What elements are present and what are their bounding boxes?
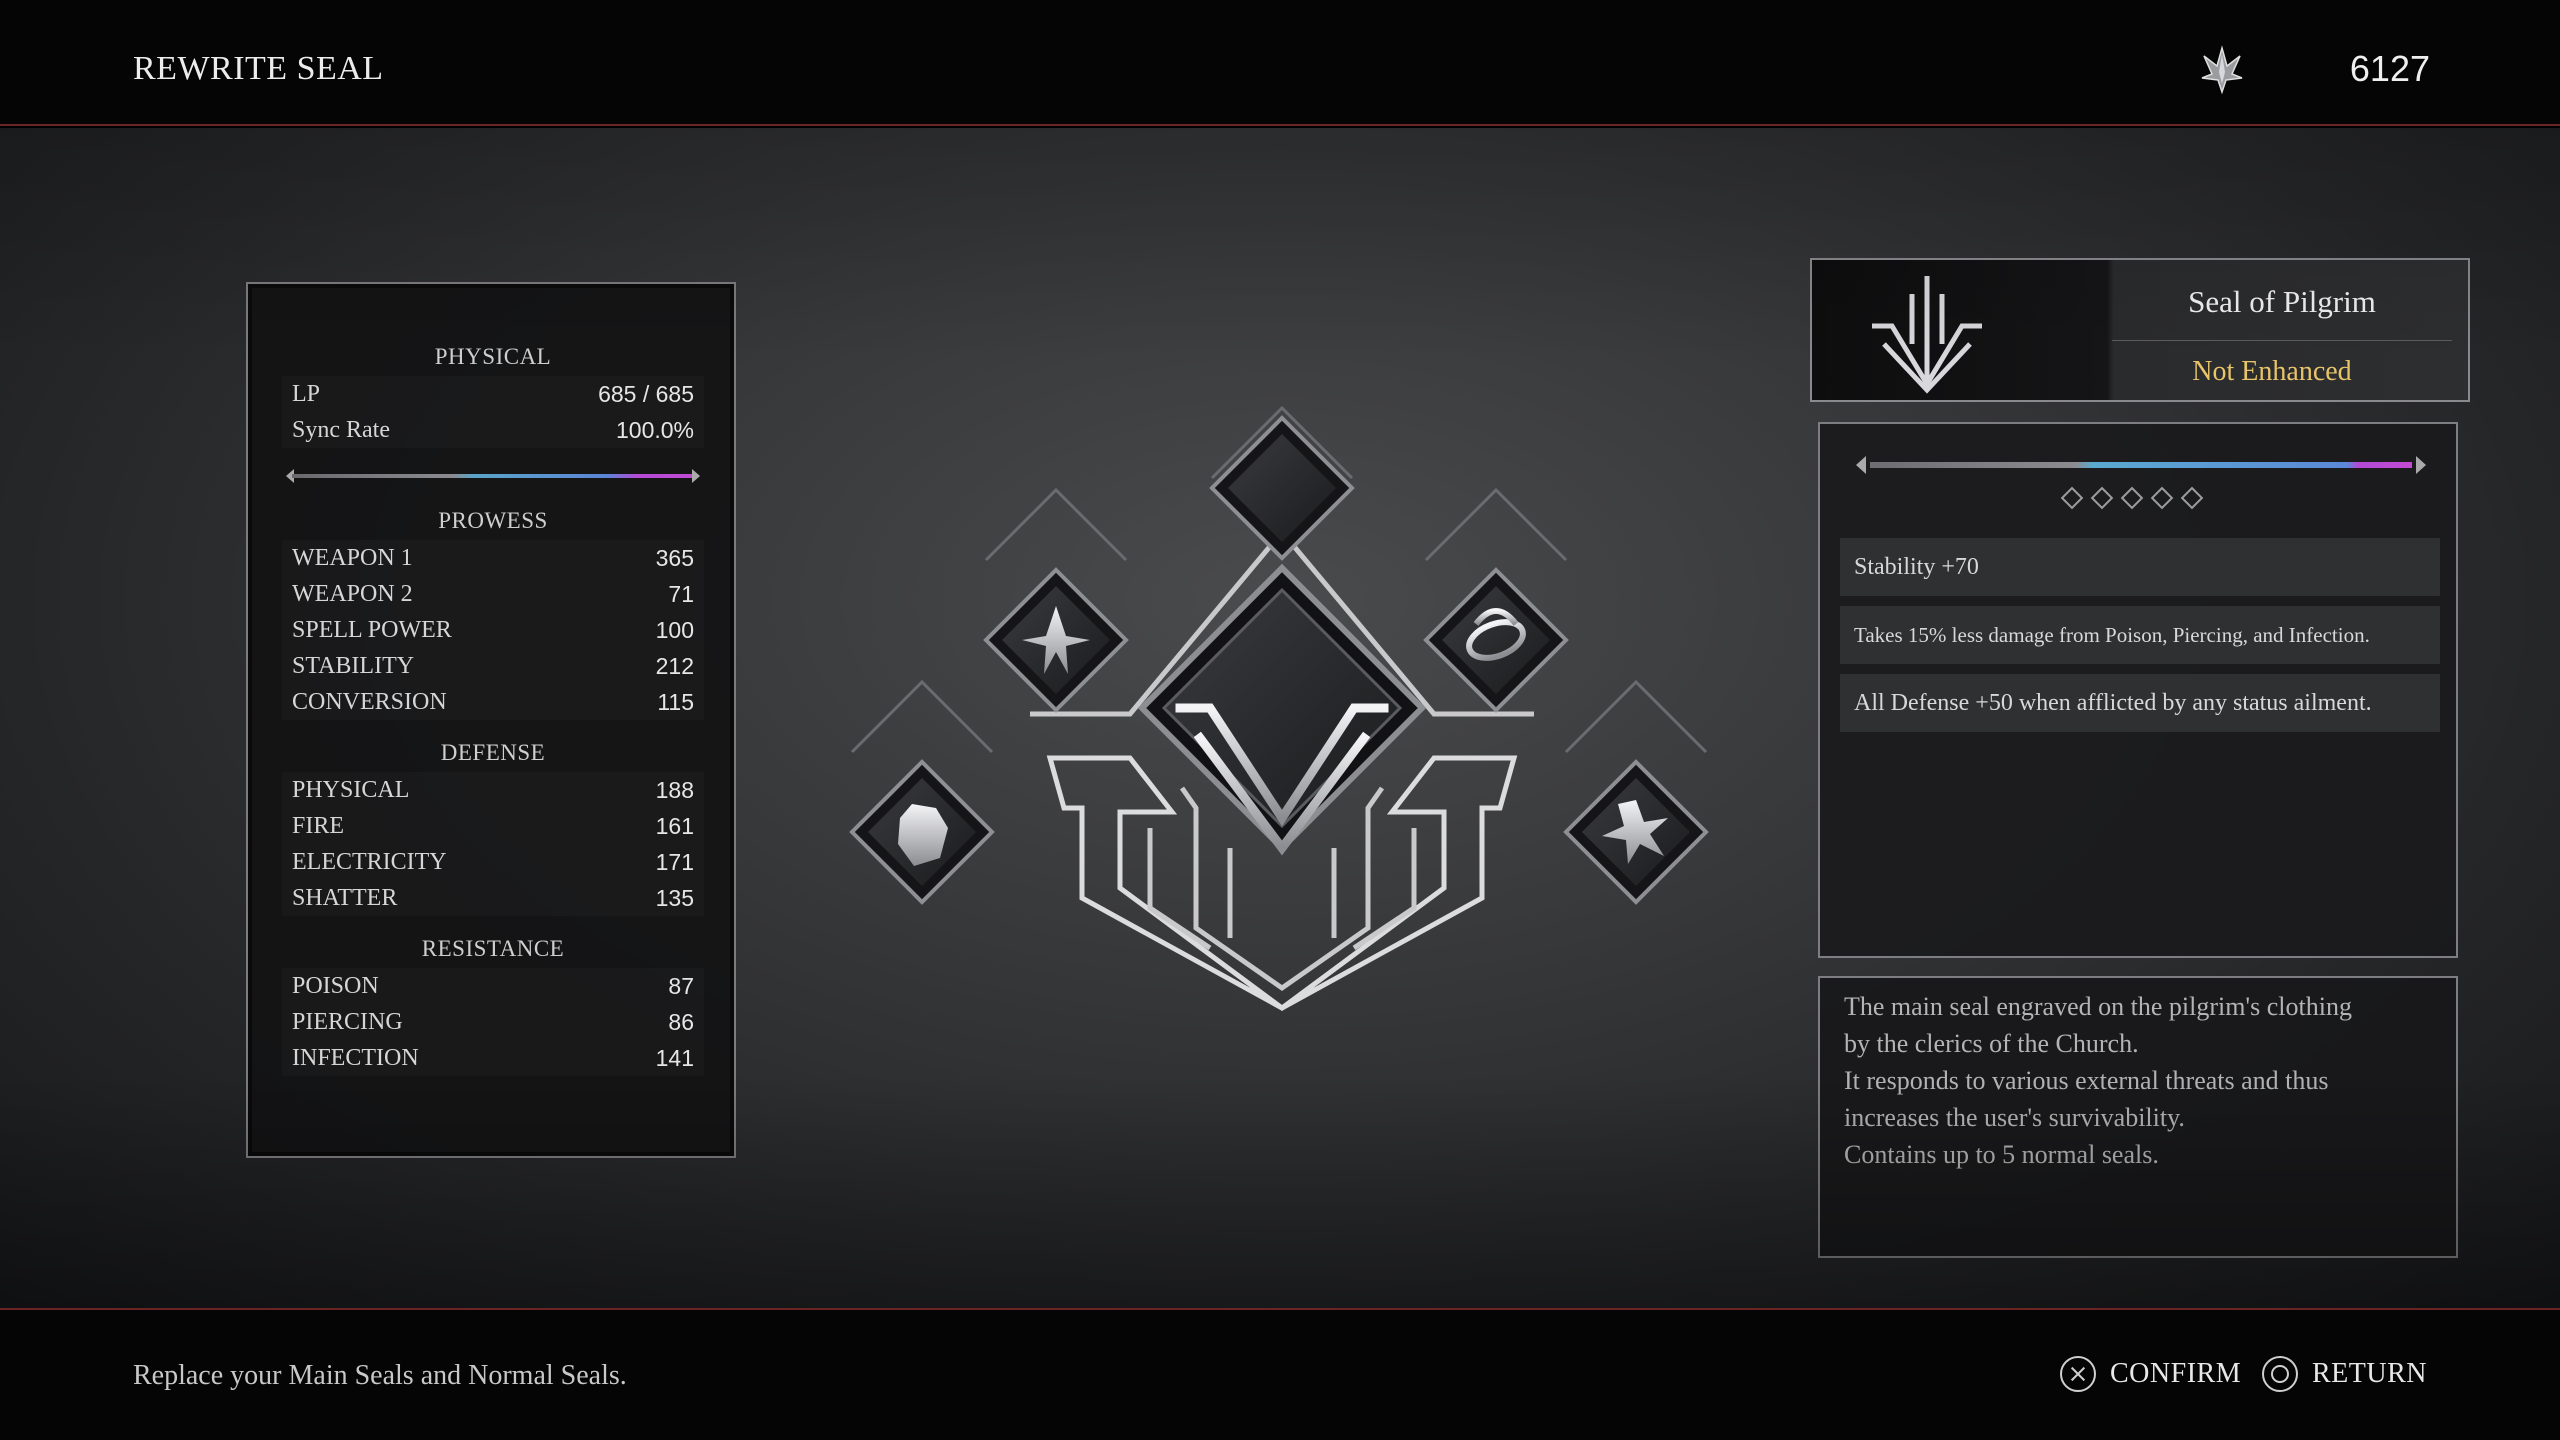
main-area: PHYSICAL LP 685 / 685 Sync Rate 100.0% P… — [0, 128, 2560, 1308]
description-line: Contains up to 5 normal seals. — [1844, 1140, 2159, 1169]
normal-seal-slot-5[interactable] — [1563, 679, 1709, 905]
return-button[interactable]: RETURN — [2262, 1352, 2427, 1396]
main-seal-slot[interactable] — [1137, 563, 1427, 856]
confirm-label: CONFIRM — [2110, 1358, 2242, 1389]
description-line: The main seal engraved on the pilgrim's … — [1844, 992, 2352, 1021]
return-label: RETURN — [2312, 1358, 2427, 1389]
description-line: increases the user's survivability. — [1844, 1103, 2185, 1132]
enhance-pips — [2060, 486, 2204, 510]
top-bar: REWRITE SEAL 6127 — [0, 0, 2560, 126]
enhancement-status: Not Enhanced — [2192, 356, 2352, 387]
enhance-pip — [2150, 486, 2174, 510]
normal-seal-slot-3[interactable] — [1423, 487, 1569, 713]
normal-seal-slot-1[interactable] — [1209, 405, 1355, 561]
effect-row: All Defense +50 when afflicted by any st… — [1840, 674, 2440, 732]
enhance-pip — [2060, 486, 2084, 510]
seal-gauge — [1856, 454, 2426, 476]
screen-title: REWRITE SEAL — [133, 50, 384, 87]
seal-effects-panel: Stability +70 Takes 15% less damage from… — [1818, 422, 2458, 958]
enhance-pip — [2090, 486, 2114, 510]
pilgrim-seal-icon — [1872, 276, 1982, 394]
effect-row: Takes 15% less damage from Poison, Pierc… — [1840, 606, 2440, 664]
seal-description: The main seal engraved on the pilgrim's … — [1818, 976, 2458, 1258]
normal-seal-slot-2[interactable] — [983, 487, 1129, 713]
effect-row: Stability +70 — [1840, 538, 2440, 596]
enhance-pip — [2120, 486, 2144, 510]
seal-name: Seal of Pilgrim — [2188, 284, 2376, 319]
crystal-shard-icon — [2201, 45, 2243, 95]
seal-divider — [2112, 340, 2452, 341]
description-line: by the clerics of the Church. — [1844, 1029, 2139, 1058]
currency-value: 6127 — [2349, 48, 2430, 89]
cross-button-icon — [2060, 1356, 2096, 1392]
bottom-bar: Replace your Main Seals and Normal Seals… — [0, 1308, 2560, 1440]
description-line: It responds to various external threats … — [1844, 1066, 2329, 1095]
normal-seal-slot-4[interactable] — [849, 679, 995, 905]
confirm-button[interactable]: CONFIRM — [2060, 1352, 2241, 1396]
hint-text: Replace your Main Seals and Normal Seals… — [133, 1360, 627, 1391]
enhance-pip — [2180, 486, 2204, 510]
seal-header: Seal of Pilgrim Not Enhanced — [1810, 258, 2470, 402]
circle-button-icon — [2262, 1356, 2298, 1392]
